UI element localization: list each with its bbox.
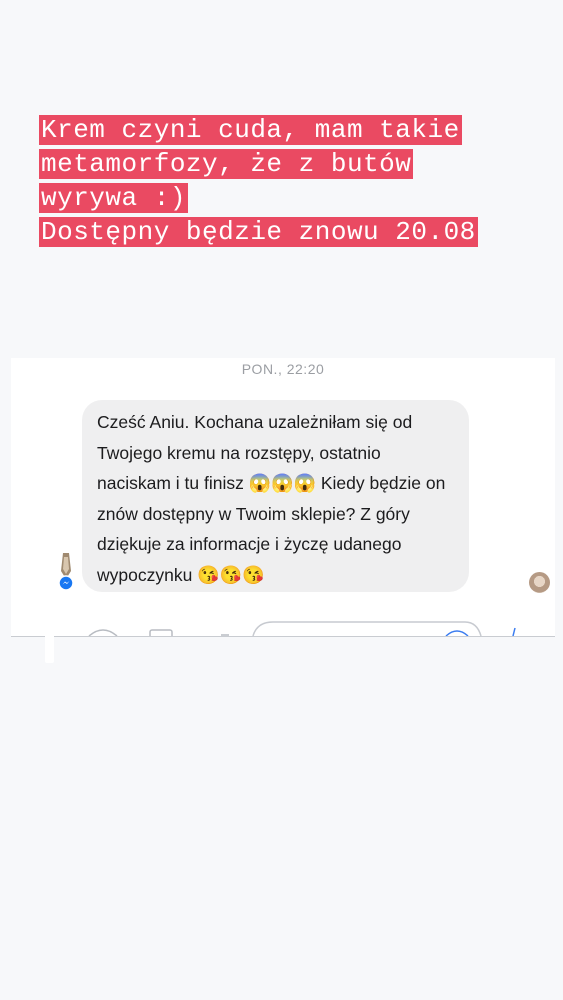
story-caption: Krem czyni cuda, mam takie metamorfozy, … <box>39 113 529 249</box>
screenshot-divider <box>11 636 555 637</box>
scream-emoji-icon: 😱😱😱 <box>248 473 316 493</box>
camera-icon-fragment <box>45 628 54 663</box>
avatar-icon[interactable] <box>58 551 74 591</box>
caption-line-2: metamorfozy, że z butów <box>39 149 414 179</box>
messenger-icon <box>58 575 74 591</box>
caption-line-4: Dostępny będzie znowu 20.08 <box>39 217 478 247</box>
kiss-emoji-icon: 😘😘😘 <box>197 564 265 585</box>
composer-toolbar-fragment <box>88 621 516 636</box>
chat-screenshot: PON., 22:20 Cześć Aniu. Kochana uzależni… <box>11 358 555 636</box>
caption-line-3: wyrywa :) <box>39 183 188 213</box>
caption-line-1: Krem czyni cuda, mam takie <box>39 115 462 145</box>
message-bubble[interactable]: Cześć Aniu. Kochana uzależniłam się od T… <box>82 400 469 592</box>
read-receipt-avatar-icon <box>529 572 550 593</box>
message-timestamp: PON., 22:20 <box>241 361 325 377</box>
